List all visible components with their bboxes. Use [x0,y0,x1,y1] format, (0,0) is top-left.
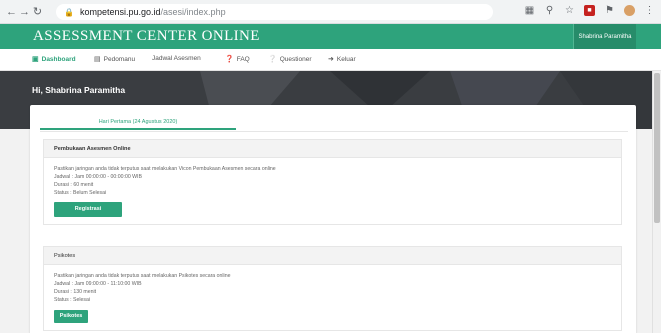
panel-note: Pastikan jaringan anda tidak terputus sa… [54,166,276,172]
kebab-menu-icon[interactable]: ⋮ [644,5,655,16]
profile-avatar-icon[interactable] [624,5,635,16]
menu-item-label: Dashboard [41,55,76,63]
scrollbar-thumb[interactable] [654,73,660,223]
user-menu-button[interactable]: Shabrina Paramitha [573,24,636,49]
url-path: /asesi/index.php [160,7,226,17]
schedule-card: Hari Pertama (24 Agustus 2020) Pembukaan… [30,105,636,333]
forward-arrow-icon[interactable]: → [18,4,31,20]
panel-opening: Pembukaan Asesmen Online Pastikan jaring… [43,139,622,225]
back-arrow-icon[interactable]: ← [5,4,18,20]
panel-status: Status : Belum Selesai [54,190,107,196]
brand-title: ASSESSMENT CENTER ONLINE [33,28,260,44]
menu-item-jadwal[interactable]: Jadwal Asesmen [152,55,201,62]
lock-icon: 🔒 [64,7,74,17]
panel-schedule: Jadwal : Jam 09:00:00 - 11:10:00 WIB [54,281,142,287]
zoom-icon[interactable]: ⚲ [544,5,555,16]
dashboard-icon: ▣ [32,56,39,63]
reload-icon[interactable]: ↻ [31,4,44,20]
panel-title: Psikotes [44,247,621,265]
page-scrollbar[interactable] [652,71,661,333]
url-host: kompetensi.pu.go.id [79,7,161,17]
question-icon: ❔ [268,56,277,63]
tab-day-one[interactable]: Hari Pertama (24 Agustus 2020) [40,115,236,130]
panel-schedule: Jadwal : Jam 00:00:00 - 00:00:00 WIB [54,174,142,180]
address-bar[interactable]: 🔒 kompetensi.pu.go.id/asesi/index.php [56,4,493,20]
app-header: ASSESSMENT CENTER ONLINE Shabrina Parami… [0,24,661,49]
menu-item-questioner[interactable]: ❔ Questioner [268,55,312,64]
panel-note: Pastikan jaringan anda tidak terputus sa… [54,273,231,279]
menu-item-keluar[interactable]: ➜ Keluar [328,55,356,64]
menu-item-label: FAQ [236,55,250,63]
psikotes-button[interactable]: Psikotes [54,310,88,323]
logout-icon: ➜ [328,56,334,63]
panel-psikotes: Psikotes Pastikan jaringan anda tidak te… [43,246,622,331]
book-icon: ▤ [94,56,101,63]
panel-duration: Durasi : 130 menit [54,289,97,295]
panel-title: Pembukaan Asesmen Online [44,140,621,158]
registrasi-button[interactable]: Registrasi [54,202,122,217]
panel-duration: Durasi : 60 menit [54,182,94,188]
puzzle-icon[interactable]: ⚑ [604,5,615,16]
menu-item-label: Pedomanu [103,55,136,63]
greeting-text: Hi, Shabrina Paramitha [32,85,126,95]
star-icon[interactable]: ☆ [564,5,575,16]
main-menu: ▣ Dashboard ▤ Pedomanu Jadwal Asesmen ❓ … [0,49,661,71]
panel-status: Status : Selesai [54,297,91,303]
browser-toolbar: ← → ↻ 🔒 kompetensi.pu.go.id/asesi/index.… [0,0,661,24]
tab-divider [40,131,628,132]
help-icon: ❓ [225,56,234,63]
menu-item-dashboard[interactable]: ▣ Dashboard [32,55,76,64]
menu-item-label: Jadwal Asesmen [152,55,201,62]
menu-item-label: Questioner [279,55,312,63]
red-ext-icon[interactable]: ■ [584,5,595,16]
menu-item-faq[interactable]: ❓ FAQ [225,55,250,64]
menu-item-pedoman[interactable]: ▤ Pedomanu [94,55,136,64]
menu-item-label: Keluar [336,55,356,63]
translate-icon[interactable]: ▦ [524,5,535,16]
